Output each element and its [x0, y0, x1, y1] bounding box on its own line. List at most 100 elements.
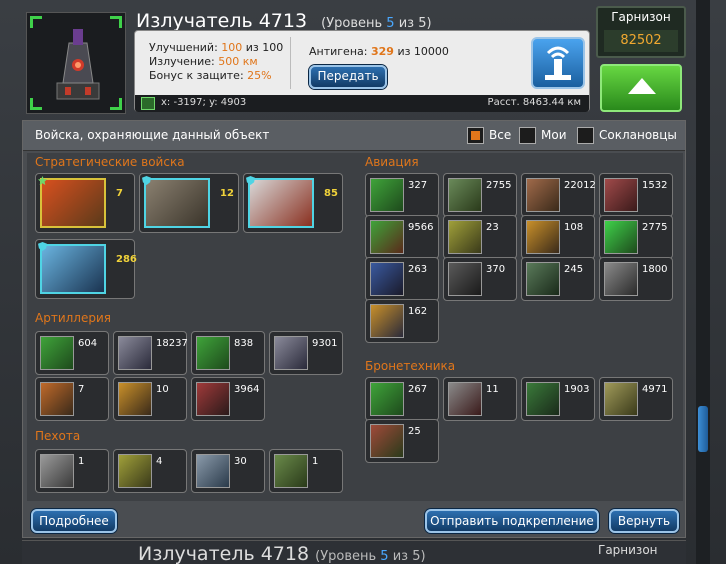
unit-image: [248, 178, 314, 228]
building-header: Излучатель 4713 (Уровень 5 из 5) Улучшен…: [22, 6, 592, 116]
unit-image: [40, 454, 74, 488]
unit-card[interactable]: 12: [139, 173, 239, 233]
unit-card[interactable]: 286: [35, 239, 137, 299]
unit-image: [40, 382, 74, 416]
shield-badge-icon: [38, 242, 47, 251]
section-strategic: Стратегические войска: [35, 155, 185, 169]
unit-card[interactable]: 22012: [521, 173, 596, 217]
unit-card[interactable]: 263: [365, 257, 439, 301]
filter-mine[interactable]: Мои: [519, 127, 567, 144]
frame-corner: [110, 16, 122, 28]
collapse-up-button[interactable]: [600, 64, 682, 112]
next-garrison-label: Гарнизон: [598, 543, 658, 557]
return-button[interactable]: Вернуть: [609, 509, 679, 533]
emitter-tower-icon: [56, 29, 100, 100]
unit-image: [526, 262, 560, 296]
radar-button[interactable]: [531, 37, 585, 89]
coordinates-icon[interactable]: [141, 97, 155, 110]
unit-image: [604, 178, 638, 212]
unit-card[interactable]: 370: [443, 257, 517, 301]
unit-image: [604, 262, 638, 296]
unit-image: [196, 454, 230, 488]
unit-card[interactable]: 1: [269, 449, 343, 493]
unit-image: [604, 382, 638, 416]
unit-card[interactable]: 4: [113, 449, 187, 493]
unit-card[interactable]: 23: [443, 215, 517, 259]
unit-image: [40, 336, 74, 370]
next-building-row[interactable]: Излучатель 4718 (Уровень 5 из 5) Гарнизо…: [22, 540, 686, 564]
unit-card[interactable]: 162: [365, 299, 439, 343]
location-bar: x: -3197; y: 4903 Расст. 8463.44 км: [135, 95, 589, 112]
section-armor: Бронетехника: [365, 359, 456, 373]
checkbox-icon[interactable]: [467, 127, 484, 144]
unit-card[interactable]: 10: [113, 377, 187, 421]
unit-card[interactable]: 2775: [599, 215, 673, 259]
arrow-up-icon: [628, 78, 656, 94]
details-button[interactable]: Подробнее: [31, 509, 117, 533]
building-stats: Улучшений: 100 из 100 Излучение: 500 км …: [149, 41, 283, 83]
section-infantry: Пехота: [35, 429, 81, 443]
unit-card[interactable]: 7: [35, 377, 109, 421]
troops-panel-header: Войска, охраняющие данный объект Все Мои…: [23, 121, 685, 151]
unit-card[interactable]: 11: [443, 377, 517, 421]
unit-card[interactable]: 9566: [365, 215, 439, 259]
unit-image: [370, 382, 404, 416]
unit-card[interactable]: 108: [521, 215, 595, 259]
defense-row: Бонус к защите: 25%: [149, 69, 272, 82]
unit-card[interactable]: 2755: [443, 173, 517, 217]
garrison-label: Гарнизон: [611, 10, 671, 24]
unit-card[interactable]: 3964: [191, 377, 265, 421]
unit-card[interactable]: 1800: [599, 257, 673, 301]
unit-image: [274, 336, 308, 370]
star-badge-icon: [38, 176, 47, 185]
unit-image: [526, 178, 560, 212]
antenna-icon: [545, 46, 571, 80]
unit-card[interactable]: 85: [243, 173, 343, 233]
unit-card[interactable]: 245: [521, 257, 595, 301]
unit-card[interactable]: 7: [35, 173, 135, 233]
unit-image: [370, 424, 404, 458]
unit-card[interactable]: 1532: [599, 173, 673, 217]
unit-card[interactable]: 327: [365, 173, 439, 217]
unit-card[interactable]: 4971: [599, 377, 673, 421]
checkbox-icon[interactable]: [519, 127, 536, 144]
unit-card[interactable]: 1903: [521, 377, 595, 421]
unit-card[interactable]: 9301: [269, 331, 343, 375]
building-info: Улучшений: 100 из 100 Излучение: 500 км …: [134, 30, 590, 112]
unit-image: [196, 382, 230, 416]
troops-panel: Войска, охраняющие данный объект Все Мои…: [22, 120, 686, 538]
send-reinforcement-button[interactable]: Отправить подкрепление: [425, 509, 599, 533]
filter-clanmates[interactable]: Соклановцы: [577, 127, 677, 144]
radiation-row: Излучение: 500 км: [149, 55, 258, 68]
unit-card[interactable]: 604: [35, 331, 109, 375]
garrison-box: Гарнизон 82502: [596, 6, 686, 58]
unit-card[interactable]: 838: [191, 331, 265, 375]
scrollbar[interactable]: [696, 0, 710, 564]
scrollbar-thumb[interactable]: [698, 406, 708, 452]
unit-image: [118, 382, 152, 416]
unit-image: [370, 262, 404, 296]
unit-image: [526, 382, 560, 416]
unit-card[interactable]: 18237: [113, 331, 188, 375]
unit-image: [448, 262, 482, 296]
unit-card[interactable]: 267: [365, 377, 439, 421]
building-title: Излучатель 4713 (Уровень 5 из 5): [136, 10, 432, 32]
frame-corner: [110, 98, 122, 110]
building-name: Излучатель 4713: [136, 10, 308, 32]
unit-image: [40, 244, 106, 294]
transfer-button[interactable]: Передать: [309, 65, 387, 89]
coordinates[interactable]: x: -3197; y: 4903: [161, 97, 246, 108]
unit-card[interactable]: 30: [191, 449, 265, 493]
unit-card[interactable]: 1: [35, 449, 109, 493]
filter-all[interactable]: Все: [467, 127, 511, 144]
unit-image: [604, 220, 638, 254]
unit-image: [118, 454, 152, 488]
panel-title: Войска, охраняющие данный объект: [35, 128, 270, 142]
building-thumbnail[interactable]: [26, 12, 126, 114]
unit-image: [118, 336, 152, 370]
frame-corner: [30, 98, 42, 110]
next-building-title: Излучатель 4718 (Уровень 5 из 5): [138, 543, 426, 564]
checkbox-icon[interactable]: [577, 127, 594, 144]
unit-card[interactable]: 25: [365, 419, 439, 463]
troops-content: Стратегические войска 7 12 85 286 Артилл…: [27, 153, 683, 501]
